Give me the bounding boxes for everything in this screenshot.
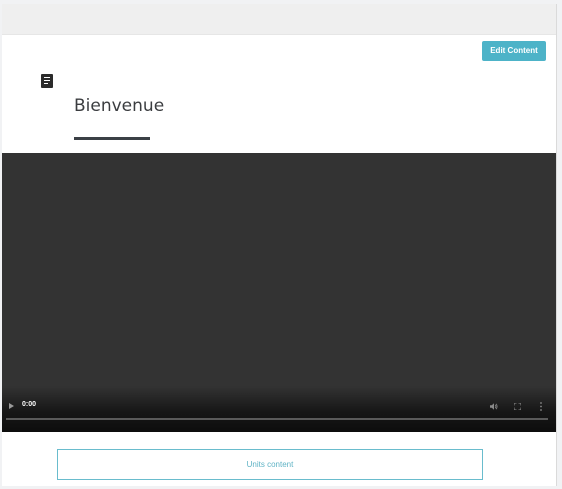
page-title: Bienvenue <box>74 96 165 116</box>
units-content-button[interactable]: Units content <box>57 449 483 480</box>
window-border <box>556 4 557 486</box>
play-icon[interactable] <box>9 403 14 409</box>
fullscreen-icon[interactable] <box>514 403 521 410</box>
video-controls-bar: 0:00 <box>2 386 556 432</box>
title-underline <box>74 137 150 140</box>
content-card: Edit Content Bienvenue 0:00 Units conten… <box>2 35 556 486</box>
edit-content-button[interactable]: Edit Content <box>482 41 546 61</box>
top-bar <box>2 4 556 35</box>
volume-icon[interactable] <box>490 403 498 410</box>
app-window: Edit Content Bienvenue 0:00 Units conten… <box>0 0 562 489</box>
more-options-icon[interactable] <box>540 402 542 411</box>
video-progress-bar[interactable] <box>6 418 548 420</box>
video-player[interactable]: 0:00 <box>2 153 556 432</box>
document-lines-icon <box>41 74 53 88</box>
video-time-display: 0:00 <box>22 401 37 408</box>
